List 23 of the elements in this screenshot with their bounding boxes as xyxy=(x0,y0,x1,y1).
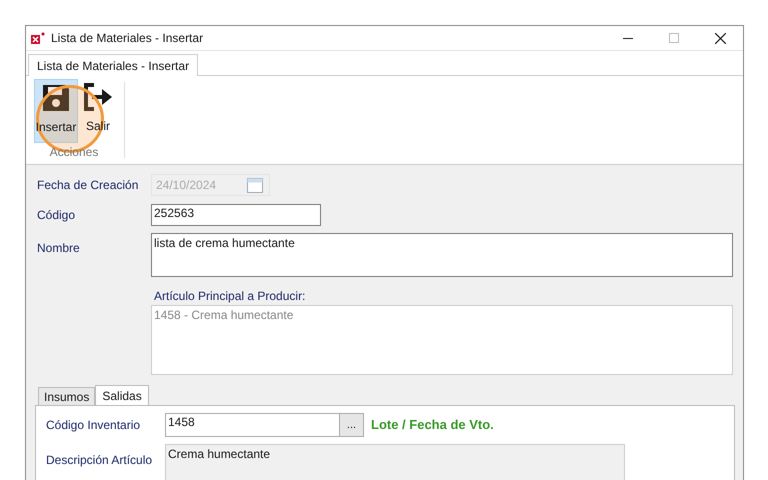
input-field[interactable]: lista de crema humectante xyxy=(151,233,733,277)
field-label: Código Inventario xyxy=(46,417,142,434)
input-field[interactable]: 1458 xyxy=(165,413,340,437)
app-icon xyxy=(31,32,45,44)
tab[interactable]: Insumos xyxy=(38,387,96,405)
field-label: Código xyxy=(37,207,76,224)
calendar-icon xyxy=(247,177,263,193)
field-label: Descripción Artículo xyxy=(46,452,154,469)
field-label: Artículo Principal a Producir: xyxy=(154,288,306,305)
field-label: Fecha de Creación xyxy=(37,177,140,194)
group-label: Acciones xyxy=(50,144,98,161)
ribbon-tab[interactable]: Lista de Materiales - Insertar xyxy=(28,54,198,76)
input-field[interactable]: Crema humectante xyxy=(165,444,625,480)
maximize-icon xyxy=(669,33,679,43)
lot-expiry-link[interactable]: Lote / Fecha de Vto. xyxy=(371,415,494,435)
close-icon xyxy=(714,32,726,44)
input-field[interactable]: 1458 - Crema humectante xyxy=(151,305,733,375)
input-field[interactable]: 252563 xyxy=(151,204,321,226)
field-label: Nombre xyxy=(37,240,81,257)
tab[interactable]: Salidas xyxy=(95,385,149,405)
exit-icon xyxy=(82,81,114,113)
window-title: Lista de Materiales - Insertar xyxy=(51,30,204,47)
browse-button[interactable]: ... xyxy=(340,413,364,437)
